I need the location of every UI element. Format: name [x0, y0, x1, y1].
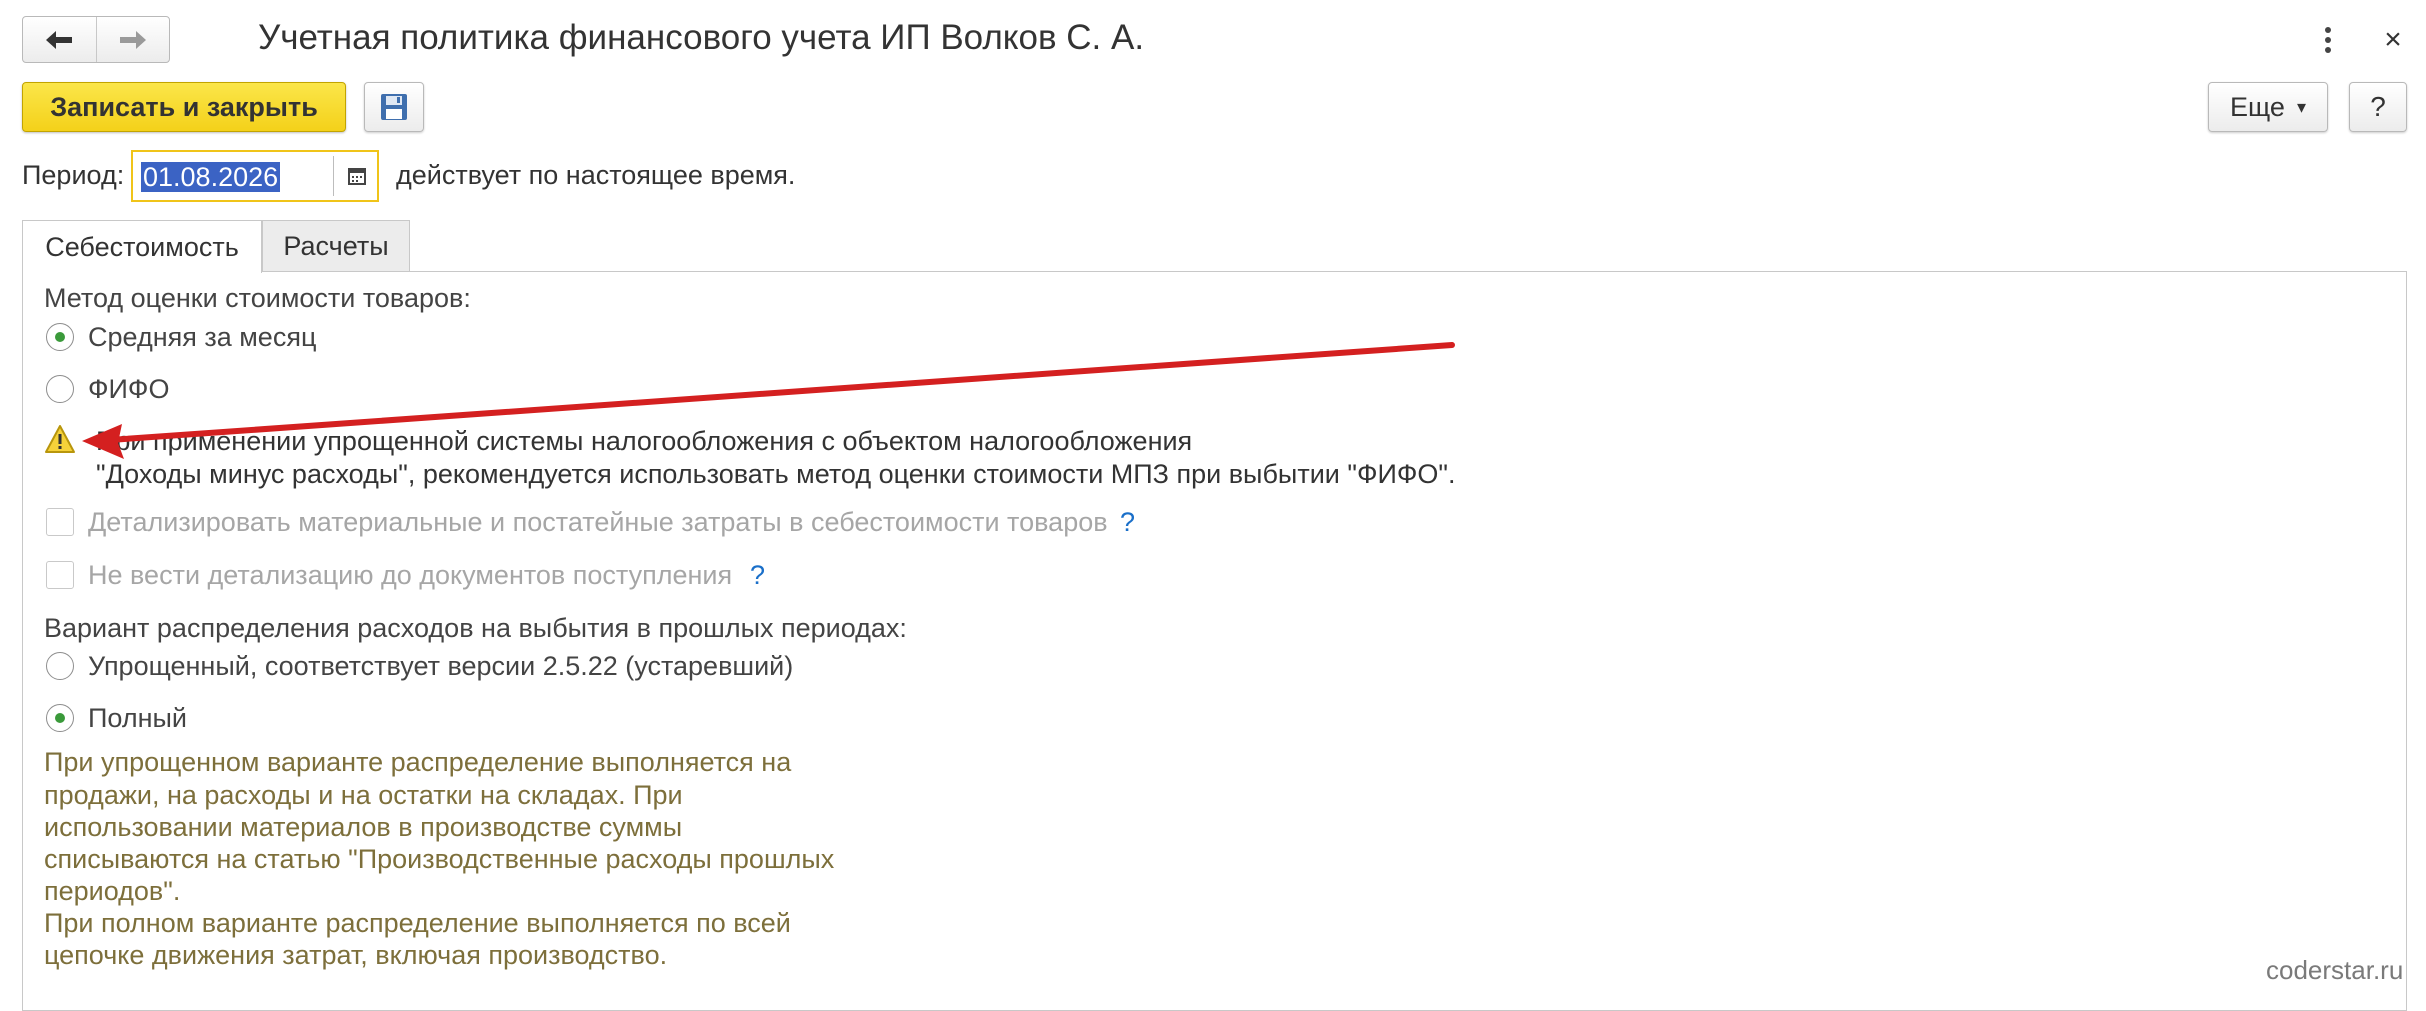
radio-full-distribution[interactable]	[46, 704, 74, 732]
warning-icon	[45, 425, 75, 453]
period-status-text: действует по настоящее время.	[396, 160, 796, 190]
tab-settlements[interactable]: Расчеты	[262, 220, 410, 272]
radio-simplified-distribution[interactable]	[46, 652, 74, 680]
window-title: Учетная политика финансового учета ИП Во…	[258, 18, 1145, 57]
more-actions-icon[interactable]	[2318, 22, 2338, 58]
period-date-input[interactable]: 01.08.2026	[131, 150, 379, 202]
navigation-buttons	[22, 16, 170, 63]
radio-full-distribution-label[interactable]: Полный	[88, 701, 187, 735]
distribution-note-line: списываются на статью "Производственные …	[44, 844, 835, 874]
period-date-value: 01.08.2026	[141, 162, 281, 192]
radio-monthly-average[interactable]	[46, 323, 74, 351]
no-detail-receipts-checkbox[interactable]	[46, 561, 74, 589]
no-detail-receipts-help-icon[interactable]: ?	[750, 558, 765, 592]
radio-monthly-average-label[interactable]: Средняя за месяц	[88, 320, 316, 354]
distribution-note-line: продажи, на расходы и на остатки на скла…	[44, 780, 683, 810]
date-field-divider	[333, 156, 334, 196]
radio-fifo-label[interactable]: ФИФО	[88, 372, 169, 406]
close-icon[interactable]: ×	[2378, 22, 2408, 58]
radio-fifo[interactable]	[46, 375, 74, 403]
back-button[interactable]	[23, 17, 96, 62]
distribution-note-line: При упрощенном варианте распределение вы…	[44, 747, 792, 777]
distribution-note-line: использовании материалов в производстве …	[44, 812, 683, 842]
radio-simplified-distribution-label[interactable]: Упрощенный, соответствует версии 2.5.22 …	[88, 649, 793, 683]
save-and-close-button[interactable]: Записать и закрыть	[22, 82, 346, 132]
arrow-left-icon	[46, 30, 73, 49]
arrow-right-icon	[119, 30, 146, 49]
period-label: Период:	[22, 160, 125, 190]
save-button[interactable]	[364, 82, 424, 132]
tab-cost[interactable]: Себестоимость	[22, 220, 262, 273]
detail-costs-help-icon[interactable]: ?	[1120, 505, 1135, 539]
no-detail-receipts-label: Не вести детализацию до документов посту…	[88, 560, 733, 590]
usn-warning-line-2: "Доходы минус расходы", рекомендуется ис…	[96, 459, 1456, 489]
distribution-label: Вариант распределения расходов на выбыти…	[44, 613, 907, 643]
detail-costs-label: Детализировать материальные и постатейны…	[88, 507, 1108, 537]
cost-method-label: Метод оценки стоимости товаров:	[44, 283, 471, 313]
distribution-note-line: При полном варианте распределение выполн…	[44, 908, 791, 938]
watermark-text: coderstar.ru	[2266, 955, 2404, 985]
usn-warning-line-1: При применении упрощенной системы налого…	[96, 426, 1193, 456]
more-button-label: Еще	[2230, 91, 2285, 122]
more-button[interactable]: Еще ▾	[2208, 82, 2328, 132]
calendar-icon[interactable]	[345, 164, 369, 188]
detail-costs-checkbox[interactable]	[46, 508, 74, 536]
chevron-down-icon: ▾	[2296, 96, 2306, 117]
floppy-disk-icon	[381, 94, 407, 120]
help-button[interactable]: ?	[2349, 82, 2407, 132]
distribution-note-line: периодов".	[44, 876, 181, 906]
forward-button[interactable]	[95, 17, 170, 62]
distribution-note-line: цепочке движения затрат, включая произво…	[44, 940, 668, 970]
